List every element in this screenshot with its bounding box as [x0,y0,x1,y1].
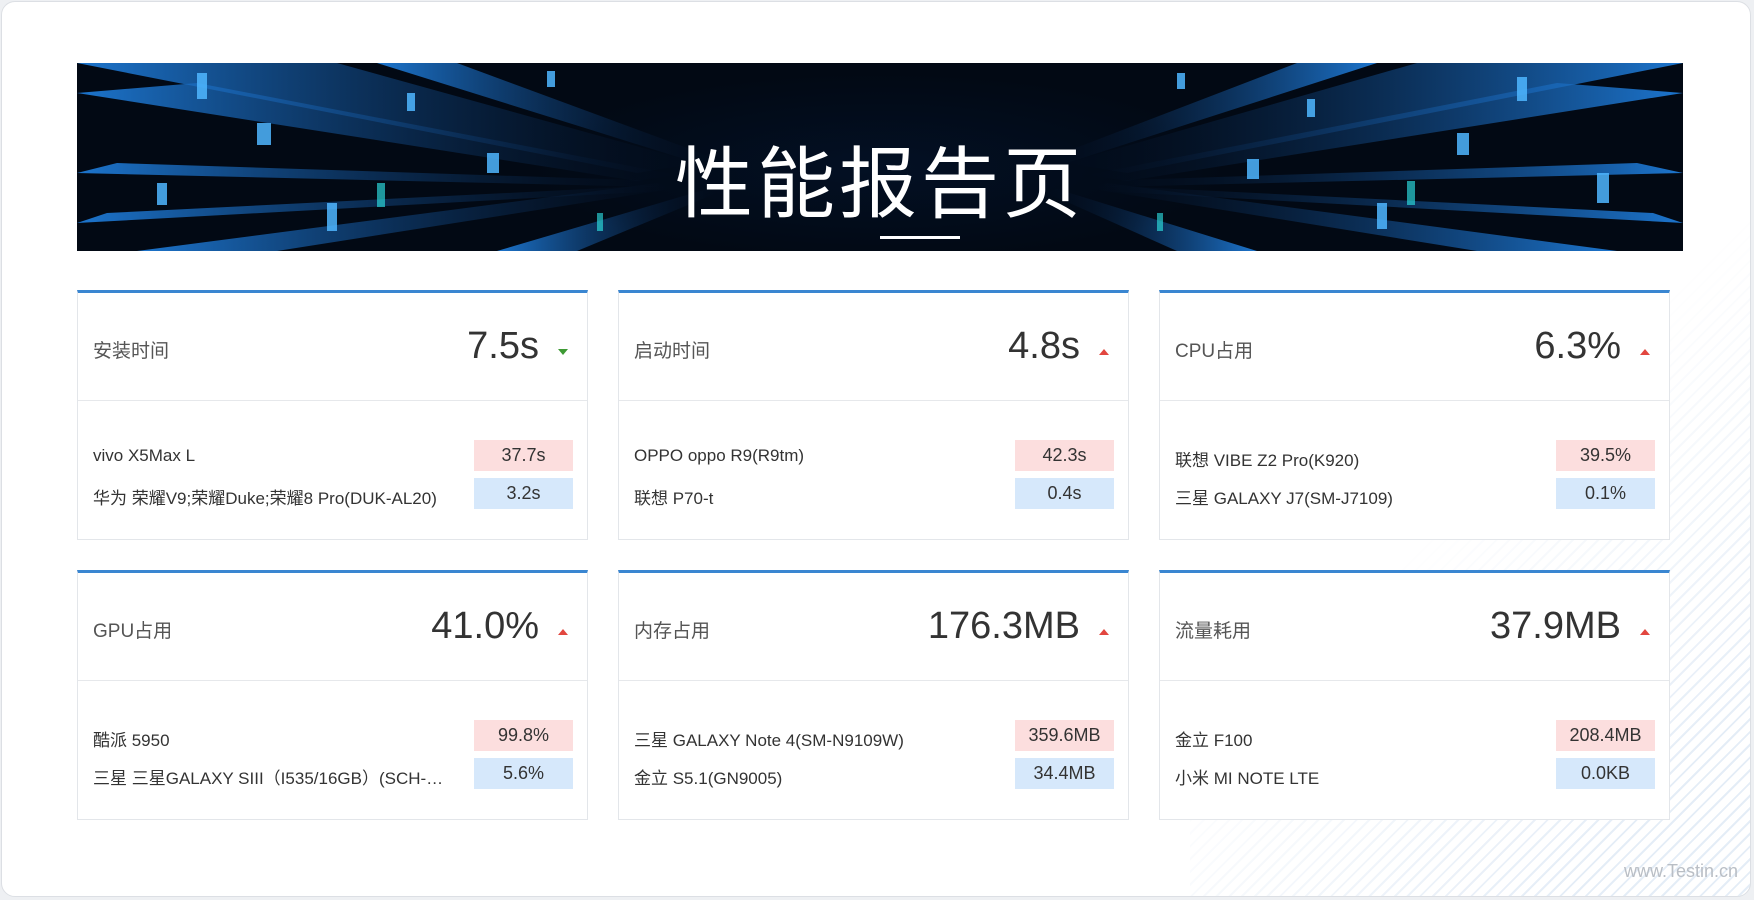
watermark: www.Testin.cn [1623,861,1738,881]
trend-up-icon [558,629,568,635]
max-device-row: 金立 F100 208.4MB [1175,720,1655,752]
trend-up-icon [1099,349,1109,355]
header-banner: 性能报告页 [77,63,1683,251]
max-value-badge: 99.8% [474,720,573,751]
device-name: OPPO oppo R9(R9tm) [634,446,805,465]
max-value-badge: 208.4MB [1556,720,1655,751]
metric-label: 内存占用 [634,621,711,642]
min-value-badge: 3.2s [474,478,573,509]
device-name: 华为 荣耀V9;荣耀Duke;荣耀8 Pro(DUK-AL20) [93,489,437,508]
trend-up-icon [1640,629,1650,635]
min-value-badge: 0.1% [1556,478,1655,509]
metric-label: GPU占用 [93,621,173,642]
card-header: 启动时间 4.8s [619,293,1128,401]
device-name: 小米 MI NOTE LTE [1175,769,1320,788]
max-device-row: vivo X5Max L 37.7s [93,440,573,472]
trend-up-icon [1640,349,1650,355]
card-header: CPU占用 6.3% [1160,293,1669,401]
metric-card-traffic-usage: 流量耗用 37.9MB 金立 F100 208.4MB 小米 MI NOTE L… [1159,570,1670,820]
metric-label: 启动时间 [634,341,711,362]
metric-value: 4.8s [1008,325,1080,367]
max-device-row: 联想 VIBE Z2 Pro(K920) 39.5% [1175,440,1655,472]
device-name: 金立 F100 [1175,731,1253,750]
card-header: 安装时间 7.5s [78,293,587,401]
metric-card-install-time: 安装时间 7.5s vivo X5Max L 37.7s 华为 荣耀V9;荣耀D… [77,290,588,540]
device-name: 三星 三星GALAXY SIII（I535/16GB）(SCH-… [93,769,444,788]
metric-card-gpu-usage: GPU占用 41.0% 酷派 5950 99.8% 三星 三星GALAXY SI… [77,570,588,820]
trend-up-icon [1099,629,1109,635]
min-device-row: 三星 GALAXY J7(SM-J7109) 0.1% [1175,478,1655,510]
device-name: 金立 S5.1(GN9005) [634,769,783,788]
min-device-row: 小米 MI NOTE LTE 0.0KB [1175,758,1655,790]
min-value-badge: 0.0KB [1556,758,1655,789]
min-value-badge: 5.6% [474,758,573,789]
metric-label: CPU占用 [1175,341,1254,362]
metric-label: 安装时间 [93,341,170,362]
device-name: 酷派 5950 [93,731,170,750]
metric-value: 41.0% [431,605,539,647]
max-value-badge: 37.7s [474,440,573,471]
metric-value: 176.3MB [927,605,1080,647]
device-name: 联想 VIBE Z2 Pro(K920) [1175,451,1360,470]
metric-card-memory-usage: 内存占用 176.3MB 三星 GALAXY Note 4(SM-N9109W)… [618,570,1129,820]
max-value-badge: 39.5% [1556,440,1655,471]
min-device-row: 金立 S5.1(GN9005) 34.4MB [634,758,1114,790]
device-name: 联想 P70-t [634,489,714,508]
card-header: 内存占用 176.3MB [619,573,1128,681]
metric-card-launch-time: 启动时间 4.8s OPPO oppo R9(R9tm) 42.3s 联想 P7… [618,290,1129,540]
max-value-badge: 359.6MB [1015,720,1114,751]
device-name: vivo X5Max L [93,446,196,465]
max-device-row: OPPO oppo R9(R9tm) 42.3s [634,440,1114,472]
min-value-badge: 0.4s [1015,478,1114,509]
metric-value: 7.5s [467,325,539,367]
page-title: 性能报告页 [674,140,1085,230]
min-device-row: 华为 荣耀V9;荣耀Duke;荣耀8 Pro(DUK-AL20) 3.2s [93,478,573,510]
max-device-row: 酷派 5950 99.8% [93,720,573,752]
card-header: 流量耗用 37.9MB [1160,573,1669,681]
min-device-row: 联想 P70-t 0.4s [634,478,1114,510]
report-frame: 性能报告页 安装时间 7.5s vivo X5Max L 37.7s 华为 荣耀… [1,1,1751,897]
min-value-badge: 34.4MB [1015,758,1114,789]
trend-down-icon [558,349,568,355]
min-device-row: 三星 三星GALAXY SIII（I535/16GB）(SCH-… 5.6% [93,758,573,790]
metric-card-cpu-usage: CPU占用 6.3% 联想 VIBE Z2 Pro(K920) 39.5% 三星… [1159,290,1670,540]
max-device-row: 三星 GALAXY Note 4(SM-N9109W) 359.6MB [634,720,1114,752]
title-underline [880,236,960,239]
device-name: 三星 GALAXY Note 4(SM-N9109W) [634,731,904,750]
metric-value: 37.9MB [1490,605,1621,647]
metric-value: 6.3% [1534,325,1621,367]
device-name: 三星 GALAXY J7(SM-J7109) [1175,489,1393,508]
max-value-badge: 42.3s [1015,440,1114,471]
metric-label: 流量耗用 [1175,621,1252,642]
card-header: GPU占用 41.0% [78,573,587,681]
